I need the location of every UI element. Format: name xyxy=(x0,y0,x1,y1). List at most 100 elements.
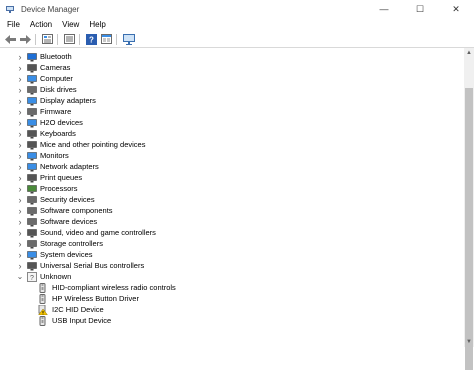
close-button[interactable]: ✕ xyxy=(438,0,474,18)
mouse-icon xyxy=(27,140,37,150)
tree-category[interactable]: › Computer xyxy=(0,73,464,84)
menu-help[interactable]: Help xyxy=(84,20,110,29)
svg-text:?: ? xyxy=(30,275,34,282)
expand-chevron-icon[interactable]: › xyxy=(16,84,24,95)
tree-device-label: USB Input Device xyxy=(52,316,112,325)
expand-chevron-icon[interactable]: › xyxy=(16,260,24,271)
toolbar: ? xyxy=(0,31,474,48)
expand-chevron-icon[interactable]: › xyxy=(16,106,24,117)
maximize-button[interactable]: ☐ xyxy=(402,0,438,18)
tree-category[interactable]: › System devices xyxy=(0,249,464,260)
tree-device[interactable]: I2C HID Device xyxy=(0,304,464,315)
tree-category-label: Sound, video and game controllers xyxy=(40,228,156,237)
expand-chevron-icon[interactable]: › xyxy=(16,139,24,150)
expand-chevron-icon[interactable]: › xyxy=(16,238,24,249)
expand-chevron-icon[interactable]: › xyxy=(16,128,24,139)
expand-chevron-icon[interactable]: › xyxy=(16,227,24,238)
expand-chevron-icon[interactable]: › xyxy=(16,73,24,84)
title-bar: Device Manager — ☐ ✕ xyxy=(0,0,474,18)
tree-device-label: HP Wireless Button Driver xyxy=(52,294,139,303)
tree-category-label: Universal Serial Bus controllers xyxy=(40,261,145,270)
help-icon[interactable]: ? xyxy=(85,33,98,46)
unknown-device-icon: ? xyxy=(27,271,37,282)
tree-category[interactable]: › Cameras xyxy=(0,62,464,73)
expand-chevron-icon[interactable]: › xyxy=(16,117,24,128)
display-adapter-icon xyxy=(27,96,37,106)
tree-category-label: Print queues xyxy=(40,173,83,182)
tree-category[interactable]: › Security devices xyxy=(0,194,464,205)
tree-category[interactable]: › Monitors xyxy=(0,150,464,161)
properties-icon[interactable] xyxy=(41,33,54,46)
menu-view[interactable]: View xyxy=(57,20,84,29)
expand-chevron-icon[interactable]: › xyxy=(16,249,24,260)
tree-category[interactable]: › Display adapters xyxy=(0,95,464,106)
tree-category[interactable]: › Network adapters xyxy=(0,161,464,172)
scroll-thumb[interactable] xyxy=(465,88,473,370)
security-device-icon xyxy=(27,195,37,205)
scroll-up-icon[interactable]: ▲ xyxy=(464,48,474,58)
toolbar-separator xyxy=(116,33,117,45)
svg-text:?: ? xyxy=(89,35,94,44)
vertical-scrollbar[interactable]: ▲ ▼ xyxy=(464,48,474,370)
tree-device[interactable]: HID-compliant wireless radio controls xyxy=(0,282,464,293)
tree-category-label: Monitors xyxy=(40,151,69,160)
tree-category-label: Firmware xyxy=(40,107,72,116)
bluetooth-icon xyxy=(27,52,37,62)
tree-category[interactable]: › Storage controllers xyxy=(0,238,464,249)
printer-icon xyxy=(27,173,37,183)
tree-category-label: Security devices xyxy=(40,195,95,204)
tree-category-label: Mice and other pointing devices xyxy=(40,140,146,149)
tree-category[interactable]: › Bluetooth xyxy=(0,51,464,62)
hid-device-icon xyxy=(38,282,48,293)
tree-category[interactable]: › Software components xyxy=(0,205,464,216)
expand-chevron-icon[interactable]: › xyxy=(16,216,24,227)
menu-action[interactable]: Action xyxy=(25,20,57,29)
tree-category-label: Software devices xyxy=(40,217,98,226)
tree-device[interactable]: USB Input Device xyxy=(0,315,464,326)
tree-category-label: Cameras xyxy=(40,63,71,72)
tree-category[interactable]: › Mice and other pointing devices xyxy=(0,139,464,150)
tree-category[interactable]: › H2O devices xyxy=(0,117,464,128)
back-icon[interactable] xyxy=(4,33,17,46)
tree-category-label: Network adapters xyxy=(40,162,99,171)
tree-device[interactable]: HP Wireless Button Driver xyxy=(0,293,464,304)
expand-chevron-icon[interactable]: › xyxy=(16,205,24,216)
toolbar-separator xyxy=(35,33,36,45)
tree-category-label: Software components xyxy=(40,206,113,215)
expand-chevron-icon[interactable]: › xyxy=(16,183,24,194)
tree-category[interactable]: › Firmware xyxy=(0,106,464,117)
hid-device-icon xyxy=(38,293,48,304)
menu-file[interactable]: File xyxy=(0,20,25,29)
expand-chevron-icon[interactable]: › xyxy=(16,51,24,62)
system-device-icon xyxy=(27,250,37,260)
expand-chevron-icon[interactable]: › xyxy=(16,161,24,172)
expand-chevron-icon[interactable]: › xyxy=(16,95,24,106)
usb-icon xyxy=(27,261,37,271)
hid-device-icon xyxy=(38,315,48,326)
tree-device-label: I2C HID Device xyxy=(52,305,104,314)
expand-chevron-icon[interactable]: › xyxy=(16,150,24,161)
tree-category[interactable]: › Software devices xyxy=(0,216,464,227)
tree-category[interactable]: › Universal Serial Bus controllers xyxy=(0,260,464,271)
tree-category[interactable]: › Disk drives xyxy=(0,84,464,95)
window-controls: — ☐ ✕ xyxy=(366,0,474,18)
collapse-chevron-icon[interactable]: ⌄ xyxy=(16,271,24,282)
expand-chevron-icon[interactable]: › xyxy=(16,194,24,205)
tree-category[interactable]: › Processors xyxy=(0,183,464,194)
tree-category[interactable]: › Print queues xyxy=(0,172,464,183)
tree-category[interactable]: › Keyboards xyxy=(0,128,464,139)
show-hide-icon[interactable] xyxy=(63,33,76,46)
forward-icon[interactable] xyxy=(19,33,32,46)
tree-category[interactable]: › Sound, video and game controllers xyxy=(0,227,464,238)
expand-chevron-icon[interactable]: › xyxy=(16,62,24,73)
processor-icon xyxy=(27,184,37,194)
scroll-down-icon[interactable]: ▼ xyxy=(464,337,474,347)
tree-category-label: Keyboards xyxy=(40,129,76,138)
tree-category-unknown[interactable]: ⌄? Unknown xyxy=(0,271,464,282)
scan-hardware-icon[interactable] xyxy=(122,33,135,46)
minimize-button[interactable]: — xyxy=(366,0,402,18)
view-icon[interactable] xyxy=(100,33,113,46)
monitor-icon xyxy=(27,151,37,161)
expand-chevron-icon[interactable]: › xyxy=(16,172,24,183)
tree-category-label: Disk drives xyxy=(40,85,77,94)
